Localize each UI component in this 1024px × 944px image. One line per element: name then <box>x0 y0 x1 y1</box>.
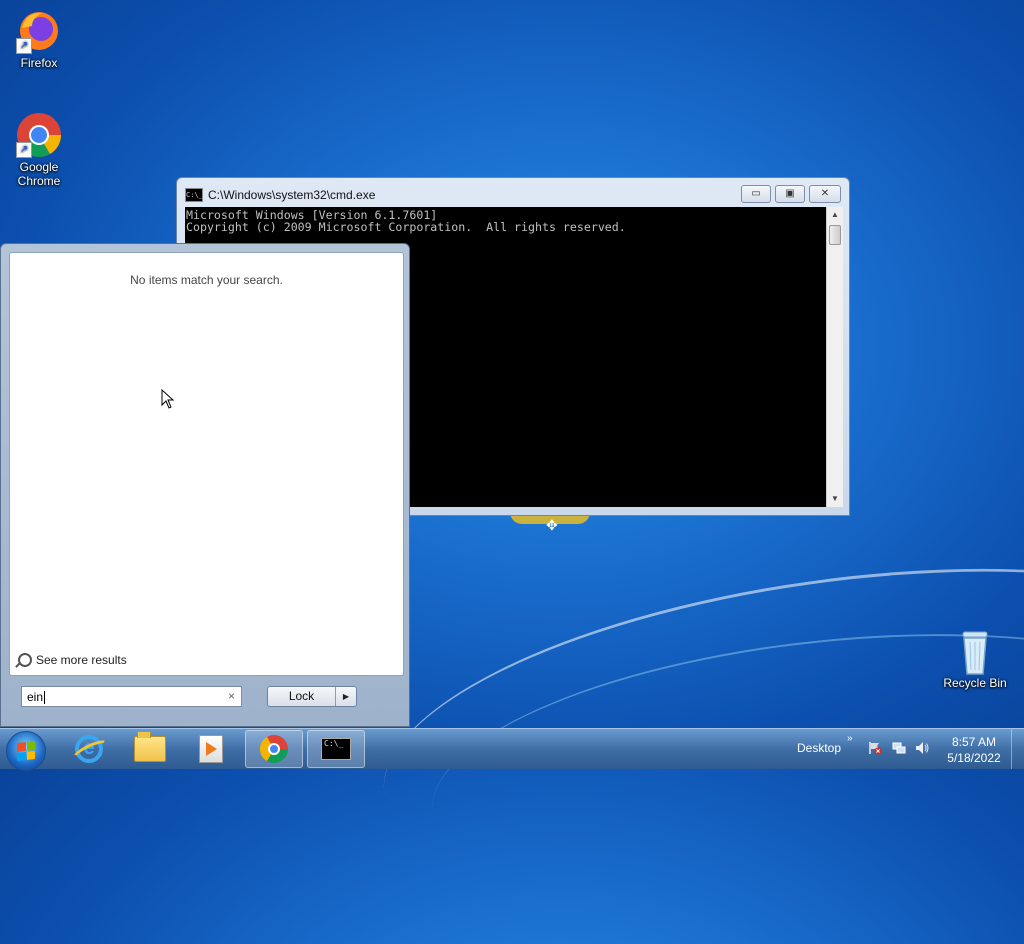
volume-icon[interactable] <box>915 741 929 755</box>
taskbar: e C:\_ Desktop » 8:57 AM 5/18/2022 <box>0 728 1024 771</box>
start-menu: No items match your search. See more res… <box>0 243 410 727</box>
desktop-icon-chrome[interactable]: ↗ Google Chrome <box>4 112 74 188</box>
move-cursor-icon: ✥ <box>546 517 558 533</box>
lock-button[interactable]: Lock <box>268 687 336 706</box>
magnifier-icon <box>18 653 32 667</box>
shortcut-arrow-icon: ↗ <box>16 38 32 54</box>
vertical-scrollbar[interactable]: ▲ ▼ <box>826 207 843 507</box>
action-center-flag-icon[interactable] <box>868 741 882 755</box>
desktop-icon-label: Google Chrome <box>17 160 61 188</box>
chrome-icon: ↗ <box>16 112 62 158</box>
clock-date: 5/18/2022 <box>947 751 1001 765</box>
window-title: C:\Windows\system32\cmd.exe <box>208 188 376 202</box>
taskbar-internet-explorer[interactable]: e <box>60 730 118 768</box>
see-more-results-link[interactable]: See more results <box>18 653 127 667</box>
taskbar-windows-explorer[interactable] <box>121 730 179 768</box>
desktop-icon-label: Firefox <box>20 56 58 70</box>
start-search-input[interactable]: ein × <box>21 686 242 707</box>
search-results-panel: No items match your search. See more res… <box>9 252 404 676</box>
shortcut-arrow-icon: ↗ <box>16 142 32 158</box>
text-caret <box>44 691 46 705</box>
scrollbar-thumb[interactable] <box>829 225 841 245</box>
folder-icon <box>134 731 166 762</box>
recycle-bin-icon <box>952 628 998 675</box>
scroll-down-arrow-icon[interactable]: ▼ <box>827 491 843 507</box>
toolbar-chevron-icon[interactable]: » <box>847 733 853 744</box>
system-clock[interactable]: 8:57 AM 5/18/2022 <box>942 734 1006 766</box>
desktop-icon-recycle-bin[interactable]: Recycle Bin <box>940 628 1010 690</box>
no-results-message: No items match your search. <box>130 273 283 287</box>
taskbar-media-player[interactable] <box>182 730 240 768</box>
minimize-button[interactable]: ▭ <box>741 185 771 203</box>
media-player-icon <box>199 735 223 763</box>
show-desktop-button[interactable] <box>1011 729 1024 769</box>
firefox-icon: ↗ <box>16 8 62 54</box>
chrome-icon <box>260 735 288 763</box>
see-more-results-label: See more results <box>36 653 127 667</box>
start-button[interactable] <box>6 731 46 771</box>
windows-logo-icon <box>17 741 35 761</box>
close-button[interactable]: ✕ <box>809 185 841 203</box>
shutdown-options-arrow-icon[interactable]: ▶ <box>336 687 356 706</box>
lock-button-group: Lock ▶ <box>267 686 357 707</box>
desktop-icon-label: Recycle Bin <box>943 676 1007 690</box>
taskbar-cmd[interactable]: C:\_ <box>307 730 365 768</box>
cmd-icon: C:\_ <box>321 738 351 760</box>
network-icon[interactable] <box>892 741 906 755</box>
console-line: Copyright (c) 2009 Microsoft Corporation… <box>186 220 626 234</box>
scroll-up-arrow-icon[interactable]: ▲ <box>827 207 843 223</box>
search-input-value: ein <box>27 690 44 704</box>
window-controls: ▭ ▣ ✕ <box>741 185 841 203</box>
clear-search-icon[interactable]: × <box>228 689 235 703</box>
maximize-button[interactable]: ▣ <box>775 185 805 203</box>
clock-time: 8:57 AM <box>951 735 997 749</box>
window-titlebar[interactable]: C:\_ C:\Windows\system32\cmd.exe <box>185 186 375 204</box>
desktop-toolbar-label[interactable]: Desktop <box>797 741 841 755</box>
taskbar-chrome[interactable] <box>245 730 303 768</box>
internet-explorer-icon: e <box>75 735 103 763</box>
mouse-pointer-icon <box>161 389 175 409</box>
desktop-icon-firefox[interactable]: ↗ Firefox <box>4 8 74 70</box>
cmd-icon: C:\_ <box>185 188 203 202</box>
